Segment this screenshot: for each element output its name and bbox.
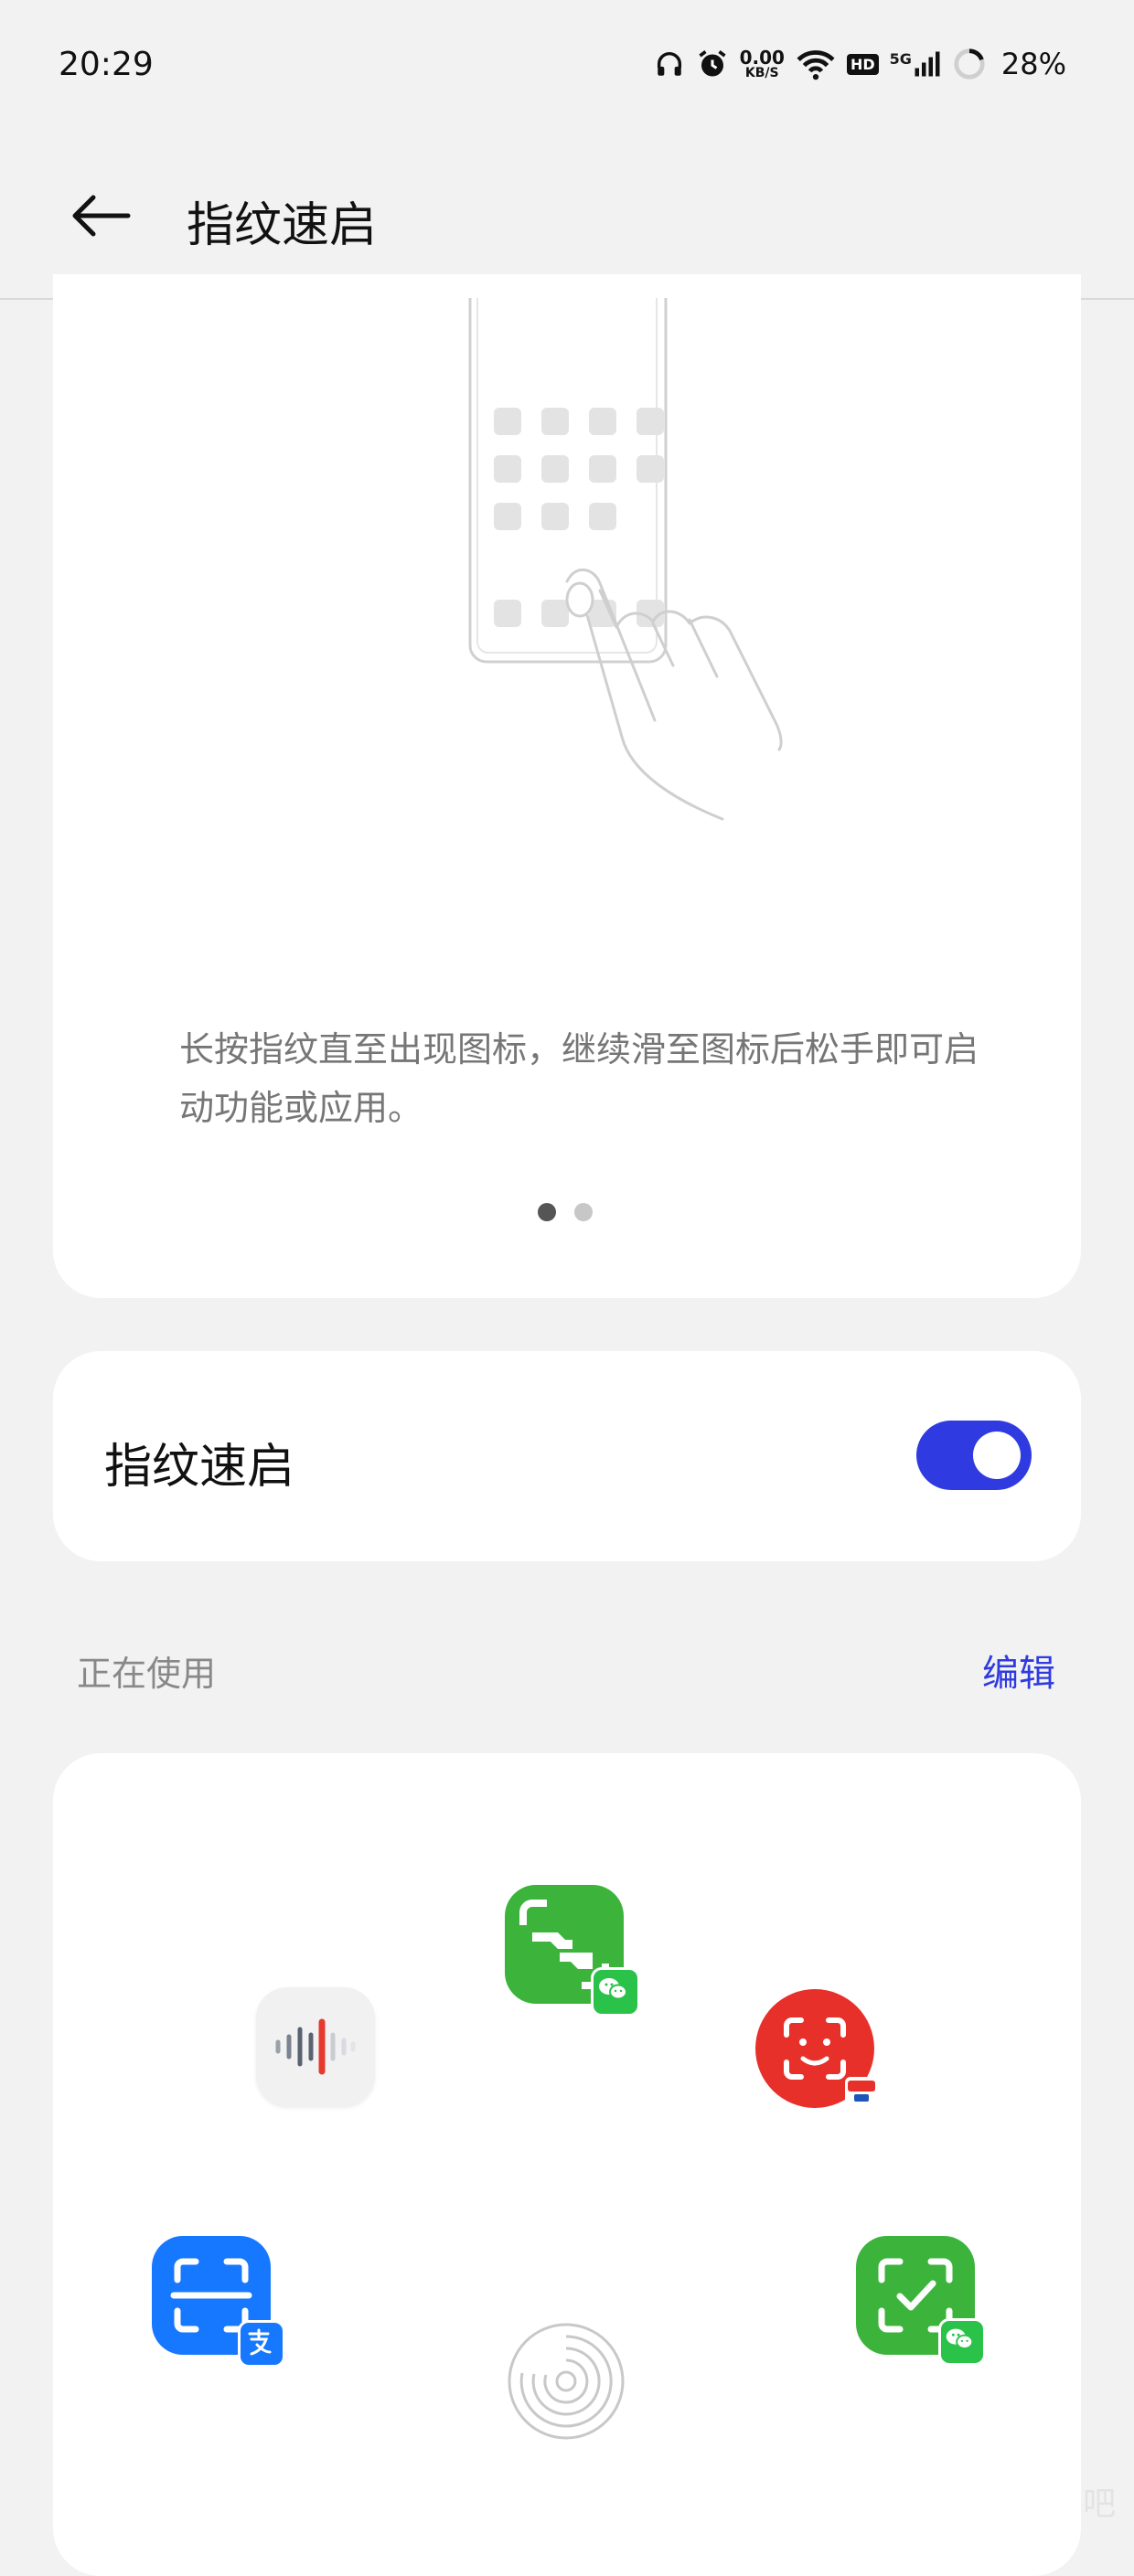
wifi-icon [796,48,836,80]
page-dot-2[interactable] [574,1203,593,1221]
fingerprint-icon[interactable] [505,2320,627,2443]
fingerprint-tutorial-illustration [468,298,783,821]
wechat-scan-icon[interactable] [505,1885,640,2017]
status-icons: 0.00 KB/S HD 5G 28% [654,38,1066,90]
wechat-badge-icon [938,2318,986,2366]
tutorial-description: 长按指纹直至出现图标，继续滑至图标后松手即可启动功能或应用。 [179,1029,979,1128]
status-time: 20:29 [59,46,154,83]
alipay-badge-icon [238,2320,285,2368]
hd-icon: HD [846,53,879,75]
page-dot-1[interactable] [538,1203,556,1221]
net-speed-value: 0.00 [739,47,785,69]
headphones-icon [654,48,685,80]
page-indicator[interactable] [538,1203,593,1221]
face-scan-icon[interactable] [755,1989,878,2108]
toggle-knob [973,1432,1021,1479]
in-use-section-label: 正在使用 [77,1654,217,1694]
edit-button[interactable]: 编辑 [982,1644,1055,1697]
battery-percent: 28% [1000,47,1066,81]
page-title: 指纹速启 [187,198,378,253]
signal-label: 5G [889,50,912,68]
alipay-scan-icon[interactable] [152,2236,285,2368]
alarm-icon [696,48,729,80]
back-arrow-icon [72,195,131,237]
wechat-badge-icon [591,1967,640,2017]
fingerprint-quick-launch-label: 指纹速启 [104,1440,295,1495]
watermark-text: 吧 [1082,2486,1116,2523]
net-speed: 0.00 KB/S [740,48,785,80]
net-speed-unit: KB/S [744,66,779,80]
shortcuts-card [53,1753,1081,2576]
back-button[interactable] [64,183,137,249]
wechat-pay-scan-icon[interactable] [856,2236,986,2366]
signal-icon: 5G [890,50,941,78]
battery-ring-icon [952,47,987,81]
fingerprint-quick-launch-toggle[interactable] [916,1421,1032,1490]
red-app-badge-icon [845,2077,878,2104]
voice-recorder-icon[interactable] [256,1987,375,2106]
